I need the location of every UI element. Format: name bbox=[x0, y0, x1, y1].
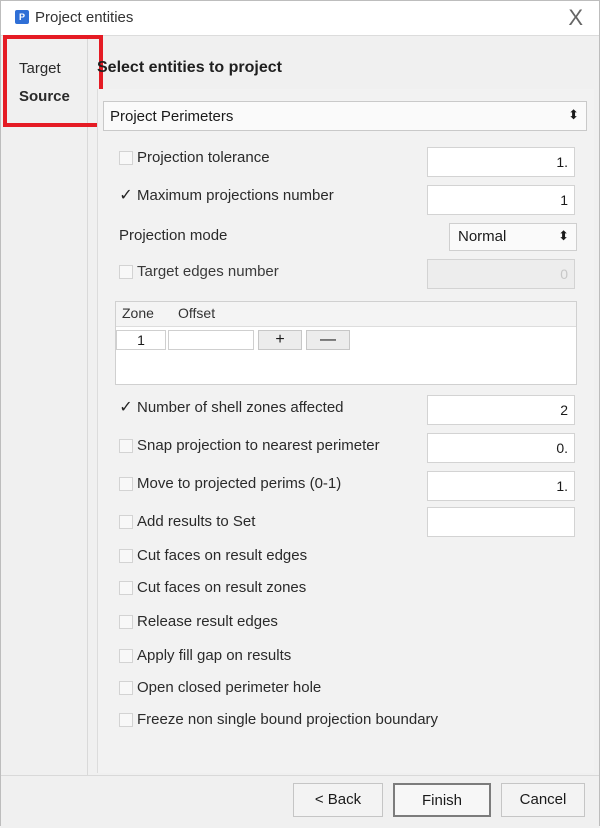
fill-gap-row: Apply fill gap on results bbox=[119, 647, 577, 671]
projection-tolerance-label: Projection tolerance bbox=[137, 149, 270, 166]
target-edges-field[interactable]: 0 bbox=[427, 259, 575, 289]
nav-source[interactable]: Source bbox=[19, 88, 70, 105]
main-dropdown-value: Project Perimeters bbox=[110, 108, 234, 125]
cut-edges-row: Cut faces on result edges bbox=[119, 547, 577, 571]
dropdown-arrow-icon: ⬍ bbox=[568, 107, 579, 122]
fill-gap-label: Apply fill gap on results bbox=[137, 647, 292, 664]
fill-gap-checkbox[interactable] bbox=[119, 649, 133, 663]
finish-button[interactable]: Finish bbox=[393, 783, 491, 817]
zone-table-header: Zone Offset bbox=[116, 302, 576, 327]
remove-row-button[interactable]: — bbox=[306, 330, 350, 350]
cut-edges-checkbox[interactable] bbox=[119, 549, 133, 563]
cut-edges-label: Cut faces on result edges bbox=[137, 547, 308, 564]
zone-cell[interactable]: 1 bbox=[116, 330, 166, 350]
app-icon: P bbox=[15, 10, 29, 24]
projection-tolerance-checkbox[interactable] bbox=[119, 151, 133, 165]
shell-zones-label: Number of shell zones affected bbox=[137, 399, 344, 416]
back-button[interactable]: < Back bbox=[293, 783, 383, 817]
offset-column-header: Offset bbox=[178, 305, 216, 321]
cancel-button[interactable]: Cancel bbox=[501, 783, 585, 817]
zone-offset-table: Zone Offset 1 + — bbox=[115, 301, 577, 385]
max-projections-checkbox[interactable]: ✓ bbox=[119, 188, 133, 204]
projection-mode-label: Projection mode bbox=[119, 227, 228, 244]
snap-projection-checkbox[interactable] bbox=[119, 439, 133, 453]
projection-mode-select[interactable]: Normal ⬍ bbox=[449, 223, 577, 251]
cut-zones-row: Cut faces on result zones bbox=[119, 579, 577, 603]
title-bar: P Project entities X bbox=[1, 1, 599, 36]
projection-mode-row: Projection mode bbox=[119, 227, 419, 251]
open-hole-label: Open closed perimeter hole bbox=[137, 679, 322, 696]
open-hole-checkbox[interactable] bbox=[119, 681, 133, 695]
nav-target[interactable]: Target bbox=[19, 60, 61, 77]
project-entities-window: P Project entities X Target Source Selec… bbox=[0, 0, 600, 828]
zone-column-header: Zone bbox=[122, 305, 154, 321]
target-edges-checkbox[interactable] bbox=[119, 265, 133, 279]
freeze-boundary-label: Freeze non single bound projection bound… bbox=[137, 711, 439, 728]
move-projected-field[interactable]: 1. bbox=[427, 471, 575, 501]
close-icon[interactable]: X bbox=[568, 5, 583, 31]
release-edges-row: Release result edges bbox=[119, 613, 577, 637]
release-edges-label: Release result edges bbox=[137, 613, 278, 630]
max-projections-field[interactable]: 1 bbox=[427, 185, 575, 215]
move-projected-label: Move to projected perims (0-1) bbox=[137, 475, 342, 492]
main-dropdown[interactable]: Project Perimeters ⬍ bbox=[103, 101, 587, 131]
release-edges-checkbox[interactable] bbox=[119, 615, 133, 629]
projection-mode-value: Normal bbox=[458, 228, 507, 245]
offset-cell[interactable] bbox=[168, 330, 254, 350]
freeze-boundary-row: Freeze non single bound projection bound… bbox=[119, 711, 577, 735]
open-hole-row: Open closed perimeter hole bbox=[119, 679, 577, 703]
snap-projection-label: Snap projection to nearest perimeter bbox=[137, 437, 380, 454]
snap-projection-field[interactable]: 0. bbox=[427, 433, 575, 463]
add-row-button[interactable]: + bbox=[258, 330, 302, 350]
projection-tolerance-field[interactable]: 1. bbox=[427, 147, 575, 177]
add-results-label: Add results to Set bbox=[137, 513, 256, 530]
shell-zones-checkbox[interactable]: ✓ bbox=[119, 400, 133, 416]
freeze-boundary-checkbox[interactable] bbox=[119, 713, 133, 727]
window-title: Project entities bbox=[35, 9, 134, 26]
left-navigation: Target Source bbox=[1, 36, 88, 776]
target-edges-label: Target edges number bbox=[137, 263, 279, 280]
max-projections-label: Maximum projections number bbox=[137, 187, 334, 204]
add-results-field[interactable] bbox=[427, 507, 575, 537]
projection-mode-arrow-icon: ⬍ bbox=[558, 228, 569, 243]
shell-zones-field[interactable]: 2 bbox=[427, 395, 575, 425]
move-projected-checkbox[interactable] bbox=[119, 477, 133, 491]
section-title: Select entities to project bbox=[97, 59, 282, 76]
cut-zones-checkbox[interactable] bbox=[119, 581, 133, 595]
cut-zones-label: Cut faces on result zones bbox=[137, 579, 307, 596]
add-results-checkbox[interactable] bbox=[119, 515, 133, 529]
